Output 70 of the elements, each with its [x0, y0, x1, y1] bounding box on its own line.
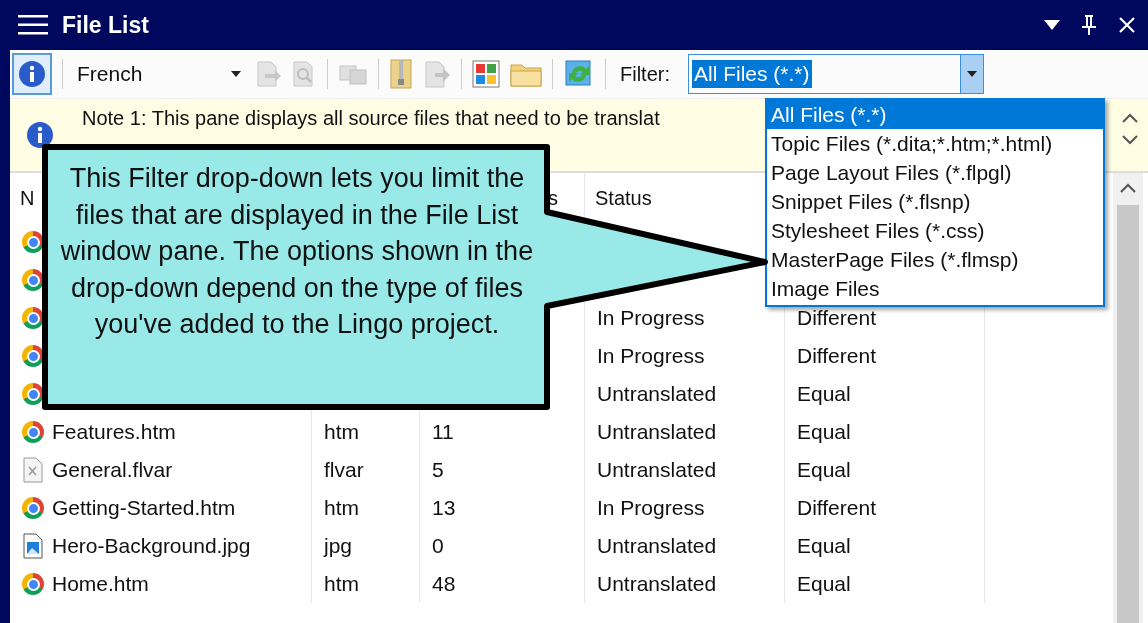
callout-text: This Filter drop-down lets you limit the files that are displayed in the File List window pane. The options shown in the drop-down depend on the type of files you've added to the Lingo project.	[59, 162, 535, 341]
table-cell: Different	[797, 496, 876, 520]
close-icon[interactable]	[1118, 16, 1136, 34]
browser-icon	[22, 345, 44, 367]
table-cell: Untranslated	[597, 534, 717, 558]
table-cell: Untranslated	[597, 420, 717, 444]
browser-icon	[22, 421, 44, 443]
table-cell: 48	[432, 572, 456, 596]
file-name: General.flvar	[52, 458, 173, 482]
table-cell: Equal	[797, 534, 851, 558]
table-cell: In Progress	[597, 344, 705, 368]
browser-icon	[22, 573, 44, 595]
table-cell: Untranslated	[597, 572, 717, 596]
table-cell: 13	[432, 496, 456, 520]
dropdown-arrow-icon[interactable]	[1044, 20, 1060, 30]
scrollbar[interactable]	[1113, 173, 1143, 623]
table-cell: Different	[797, 344, 876, 368]
table-cell: 5	[432, 458, 444, 482]
table-cell: htm	[324, 420, 359, 444]
file-name: Hero-Background.jpg	[52, 534, 251, 558]
window-title: File List	[62, 11, 149, 39]
dropdown-option[interactable]: MasterPage Files (*.flmsp)	[767, 245, 1103, 274]
dropdown-option[interactable]: All Files (*.*)	[767, 100, 1103, 129]
table-cell: htm	[324, 572, 359, 596]
file-name: Home.htm	[52, 572, 149, 596]
table-cell: Different	[797, 306, 876, 330]
browser-icon	[22, 383, 44, 405]
document-icon	[22, 457, 44, 483]
table-cell: Equal	[797, 382, 851, 406]
table-cell: jpg	[324, 534, 353, 558]
tiles-icon[interactable]	[472, 60, 500, 88]
dropdown-option[interactable]: Stylesheet Files (*.css)	[767, 216, 1103, 245]
caret-icon[interactable]	[231, 71, 241, 77]
dropdown-option[interactable]: Image Files	[767, 274, 1103, 303]
zip-icon[interactable]	[389, 59, 413, 89]
scroll-up-icon[interactable]	[1120, 183, 1136, 193]
note-text: Note 1: This pane displays all source files that need to be translat	[82, 107, 660, 130]
table-cell: Equal	[797, 572, 851, 596]
table-cell: In Progress	[597, 306, 705, 330]
table-cell: 11	[432, 420, 454, 444]
browser-icon	[22, 307, 44, 329]
caret-icon[interactable]	[967, 71, 977, 77]
table-cell: Untranslated	[597, 382, 717, 406]
scroll-up-icon[interactable]	[1122, 113, 1138, 123]
column-header[interactable]: N	[20, 186, 35, 210]
language-dropdown[interactable]: French	[73, 54, 245, 94]
dropdown-option[interactable]: Page Layout Files (*.flpgl)	[767, 158, 1103, 187]
filter-dropdown[interactable]: All Files (*.*)	[688, 54, 984, 94]
column-header[interactable]: Status	[595, 186, 652, 210]
table-cell: Untranslated	[597, 458, 717, 482]
table-cell: Equal	[797, 458, 851, 482]
info-icon	[26, 121, 54, 149]
info-button[interactable]	[12, 53, 52, 95]
scroll-down-icon[interactable]	[1122, 135, 1138, 145]
browser-icon	[22, 269, 44, 291]
browser-icon	[22, 497, 44, 519]
table-cell: Equal	[797, 420, 851, 444]
filter-label: Filter:	[620, 62, 670, 86]
table-cell: In Progress	[597, 496, 705, 520]
table-cell: flvar	[324, 458, 364, 482]
table-cell: htm	[324, 496, 359, 520]
table-cell: 0	[432, 534, 444, 558]
dropdown-option[interactable]: Topic Files (*.dita;*.htm;*.html)	[767, 129, 1103, 158]
pin-icon[interactable]	[1082, 15, 1096, 35]
browser-icon	[22, 231, 44, 253]
image-file-icon	[22, 533, 44, 559]
menu-icon[interactable]	[18, 14, 48, 36]
dropdown-option[interactable]: Snippet Files (*.flsnp)	[767, 187, 1103, 216]
file-name: Getting-Started.htm	[52, 496, 236, 520]
file-name: Features.htm	[52, 420, 176, 444]
